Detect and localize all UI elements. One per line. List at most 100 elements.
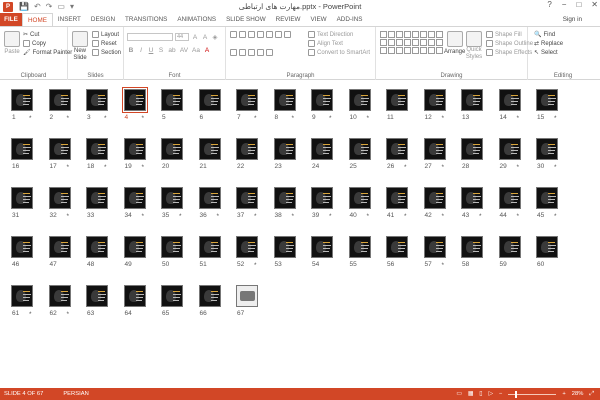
animation-star-icon[interactable]: * xyxy=(404,213,407,220)
close-button[interactable]: ✕ xyxy=(591,0,598,9)
bold-button[interactable]: B xyxy=(127,47,135,54)
slide-thumbnail[interactable] xyxy=(48,187,71,209)
animation-star-icon[interactable]: * xyxy=(517,164,520,171)
columns-icon[interactable] xyxy=(284,31,291,38)
strikethrough-button[interactable]: ab xyxy=(167,47,177,54)
tab-slide-show[interactable]: SLIDE SHOW xyxy=(221,13,271,26)
animation-star-icon[interactable]: * xyxy=(554,164,557,171)
slide-thumbnail[interactable] xyxy=(348,236,371,258)
slide-thumbnail[interactable] xyxy=(348,89,371,111)
animation-star-icon[interactable]: * xyxy=(442,164,445,171)
underline-button[interactable]: U xyxy=(147,47,155,54)
shapes-gallery[interactable] xyxy=(380,31,443,54)
minimize-button[interactable]: − xyxy=(562,0,567,9)
slide-thumbnail[interactable] xyxy=(121,87,148,113)
paste-button[interactable]: Paste xyxy=(4,31,20,56)
slide-thumbnail[interactable] xyxy=(161,138,183,160)
slide-thumbnail[interactable] xyxy=(86,285,108,307)
slide-thumbnail[interactable] xyxy=(161,89,183,111)
animation-star-icon[interactable]: * xyxy=(442,115,445,122)
tab-add-ins[interactable]: ADD-INS xyxy=(332,13,368,26)
slide-thumbnail[interactable] xyxy=(161,236,183,258)
slide-thumbnail[interactable] xyxy=(461,236,483,258)
powerpoint-icon[interactable]: P xyxy=(3,1,13,12)
animation-star-icon[interactable]: * xyxy=(292,213,295,220)
slide-thumbnail[interactable] xyxy=(311,236,333,258)
slide-thumbnail[interactable] xyxy=(273,89,296,111)
animation-star-icon[interactable]: * xyxy=(104,115,107,122)
clear-formatting-icon[interactable]: ◈ xyxy=(211,33,219,41)
text-direction-button[interactable]: Text Direction xyxy=(308,30,370,39)
distributed-icon[interactable] xyxy=(266,49,273,56)
slide-thumbnail[interactable] xyxy=(386,89,408,111)
slide-thumbnail[interactable] xyxy=(236,89,258,111)
slide-thumbnail[interactable] xyxy=(198,89,221,111)
slide-thumbnail[interactable] xyxy=(48,285,71,307)
slide-thumbnail[interactable] xyxy=(348,187,371,209)
decrease-indent-icon[interactable] xyxy=(248,31,255,38)
find-button[interactable]: 🔍 Find xyxy=(534,30,563,39)
slide-thumbnail[interactable] xyxy=(273,138,296,160)
shrink-font-icon[interactable]: A xyxy=(201,34,209,41)
slide-thumbnail[interactable] xyxy=(123,236,146,258)
slide-thumbnail[interactable] xyxy=(423,236,446,258)
font-name-field[interactable] xyxy=(127,33,173,41)
slide-thumbnail[interactable] xyxy=(11,89,33,111)
font-color-button[interactable]: A xyxy=(203,47,211,54)
help-button[interactable]: ? xyxy=(547,0,551,9)
slide-thumbnail[interactable] xyxy=(123,285,146,307)
slide-thumbnail[interactable] xyxy=(11,236,33,258)
start-from-beginning-icon[interactable]: ▭ xyxy=(57,2,65,11)
redo-icon[interactable]: ↷ xyxy=(46,2,53,11)
slide-thumbnail[interactable] xyxy=(386,236,408,258)
slide-thumbnail[interactable] xyxy=(423,187,446,209)
slide-thumbnail[interactable] xyxy=(273,187,296,209)
slide-thumbnail[interactable] xyxy=(11,187,33,209)
slide-thumbnail[interactable] xyxy=(48,236,71,258)
fit-to-window-icon[interactable]: ⤢ xyxy=(589,391,594,398)
animation-star-icon[interactable]: * xyxy=(292,115,295,122)
line-spacing-icon[interactable] xyxy=(266,31,273,38)
align-center-icon[interactable] xyxy=(239,49,246,56)
slide-thumbnail[interactable] xyxy=(536,89,558,111)
slide-thumbnail[interactable] xyxy=(161,285,183,307)
slide-thumbnail[interactable] xyxy=(536,236,558,258)
slide-thumbnail[interactable] xyxy=(161,187,183,209)
animation-star-icon[interactable]: * xyxy=(179,213,182,220)
align-text-button[interactable]: Align Text xyxy=(308,39,370,48)
maximize-button[interactable]: □ xyxy=(576,0,581,9)
slide-thumbnail[interactable] xyxy=(348,138,371,160)
animation-star-icon[interactable]: * xyxy=(254,115,257,122)
grow-font-icon[interactable]: A xyxy=(191,34,199,41)
tab-transitions[interactable]: TRANSITIONS xyxy=(120,13,172,26)
slide-thumbnail[interactable] xyxy=(423,89,446,111)
slide-thumbnail[interactable] xyxy=(461,138,483,160)
animation-star-icon[interactable]: * xyxy=(104,164,107,171)
animation-star-icon[interactable]: * xyxy=(142,115,145,122)
animation-star-icon[interactable]: * xyxy=(329,115,332,122)
animation-star-icon[interactable]: * xyxy=(517,115,520,122)
undo-icon[interactable]: ↶ xyxy=(34,2,41,11)
change-case-button[interactable]: Aa xyxy=(191,47,201,54)
cut-button[interactable]: ✂ Cut xyxy=(23,30,72,39)
zoom-slider-thumb[interactable] xyxy=(515,390,518,398)
slide-thumbnail[interactable] xyxy=(498,89,521,111)
slide-thumbnail[interactable] xyxy=(236,285,258,307)
rtl-icon[interactable] xyxy=(275,31,282,38)
slide-thumbnail[interactable] xyxy=(311,138,333,160)
tab-home[interactable]: HOME xyxy=(22,13,53,26)
animation-star-icon[interactable]: * xyxy=(404,164,407,171)
select-button[interactable]: ↖ Select xyxy=(534,48,563,57)
slide-thumbnail[interactable] xyxy=(236,236,258,258)
layout-button[interactable]: Layout xyxy=(92,30,121,39)
animation-star-icon[interactable]: * xyxy=(517,213,520,220)
slide-thumbnail[interactable] xyxy=(311,187,333,209)
slide-thumbnail[interactable] xyxy=(123,138,146,160)
zoom-level[interactable]: 28% xyxy=(572,391,584,397)
align-left-icon[interactable] xyxy=(230,49,237,56)
animation-star-icon[interactable]: * xyxy=(442,213,445,220)
slide-thumbnail[interactable] xyxy=(11,285,33,307)
slide-thumbnail[interactable] xyxy=(198,187,221,209)
animation-star-icon[interactable]: * xyxy=(29,311,32,318)
justify-icon[interactable] xyxy=(257,49,264,56)
